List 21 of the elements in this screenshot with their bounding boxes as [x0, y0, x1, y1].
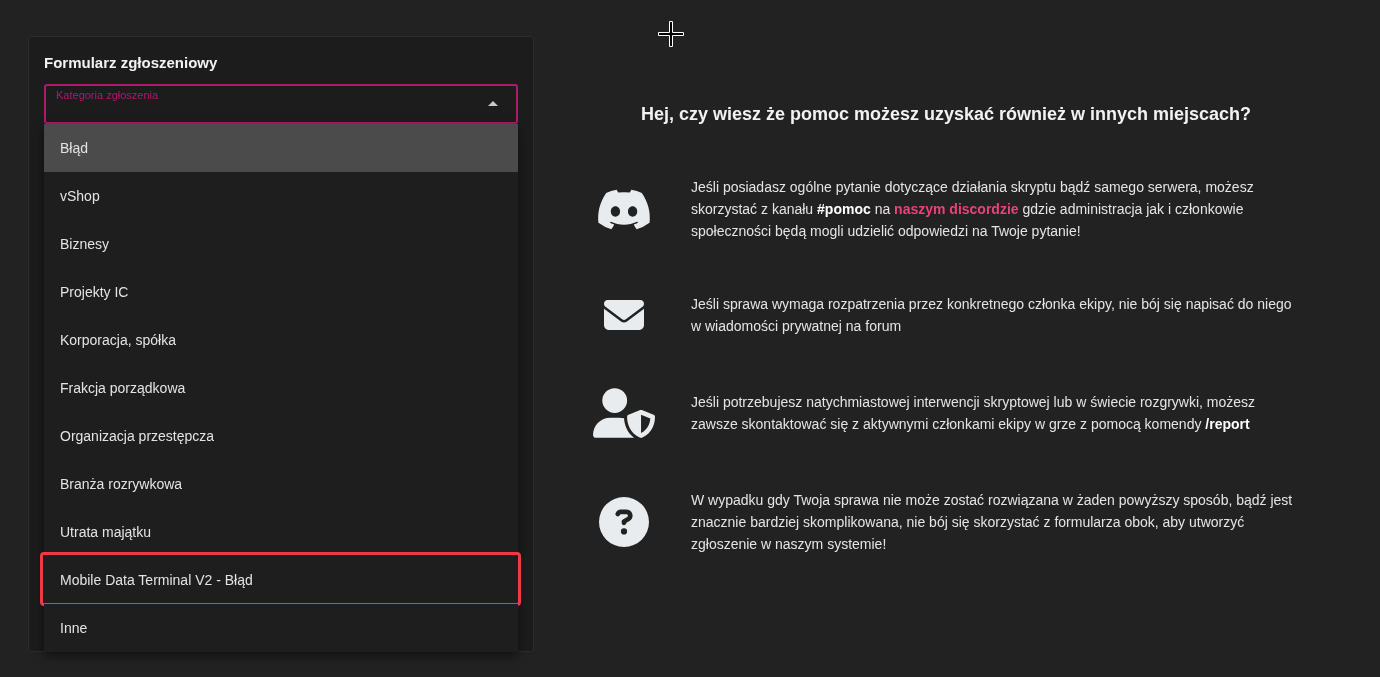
form-title: Formularz zgłoszeniowy [44, 53, 219, 73]
dropdown-option[interactable]: Inne [44, 604, 518, 652]
dropdown-option[interactable]: Frakcja porządkowa [44, 364, 518, 412]
dropdown-option[interactable]: Utrata majątku [44, 508, 518, 556]
crosshair-cursor-icon [658, 21, 684, 47]
help-text: Jeśli potrzebujesz natychmiastowej interwencji skryptowej lub w świecie rozgrywki, możesz zawsze skontaktować się z aktywnymi członkami ekipy w grze z pomocą komendy /report [691, 393, 1257, 434]
dropdown-option[interactable]: Projekty IC [44, 268, 518, 316]
dropdown-option[interactable]: Biznesy [44, 220, 518, 268]
dropdown-option[interactable]: Branża rozrywkowa [44, 460, 518, 508]
discord-link[interactable]: naszym discordzie [894, 201, 1019, 217]
help-text: W wypadku gdy Twoja sprawa nie może zostać rozwiązana w żaden powyższy sposób, bądź jest znacznie bardziej skomplikowana, nie bój się skorzystać z formularza obok, aby utworzyć zgłoszenie w naszym systemie! [691, 491, 1294, 554]
dropdown-option[interactable]: Błąd [44, 124, 518, 172]
dropdown-option[interactable]: vShop [44, 172, 518, 220]
help-text: Jeśli sprawa wymaga rozpatrzenia przez konkretnego członka ekipy, nie bój się napisać do niego w wiadomości prywatnej na forum [691, 295, 1293, 336]
dropdown-option[interactable]: Korporacja, spółka [44, 316, 518, 364]
dropdown-option[interactable]: Organizacja przestępcza [44, 412, 518, 460]
dropdown-option[interactable]: Mobile Data Terminal V2 - Błąd [44, 556, 518, 604]
help-text: Jeśli posiadasz ogólne pytanie dotyczące działania skryptu bądź samego serwera, możesz skorzystać z kanału #pomoc na naszym discordzie gdzie administracja jak i członkowie społeczności będą mogli udzielić odpowiedzi na Twoje pytanie! [691, 178, 1255, 241]
user-shield-icon [593, 388, 655, 438]
help-heading: Hej, czy wiesz że pomoc możesz uzyskać również w innych miejscach? [639, 103, 1253, 126]
caret-icon [488, 101, 498, 106]
